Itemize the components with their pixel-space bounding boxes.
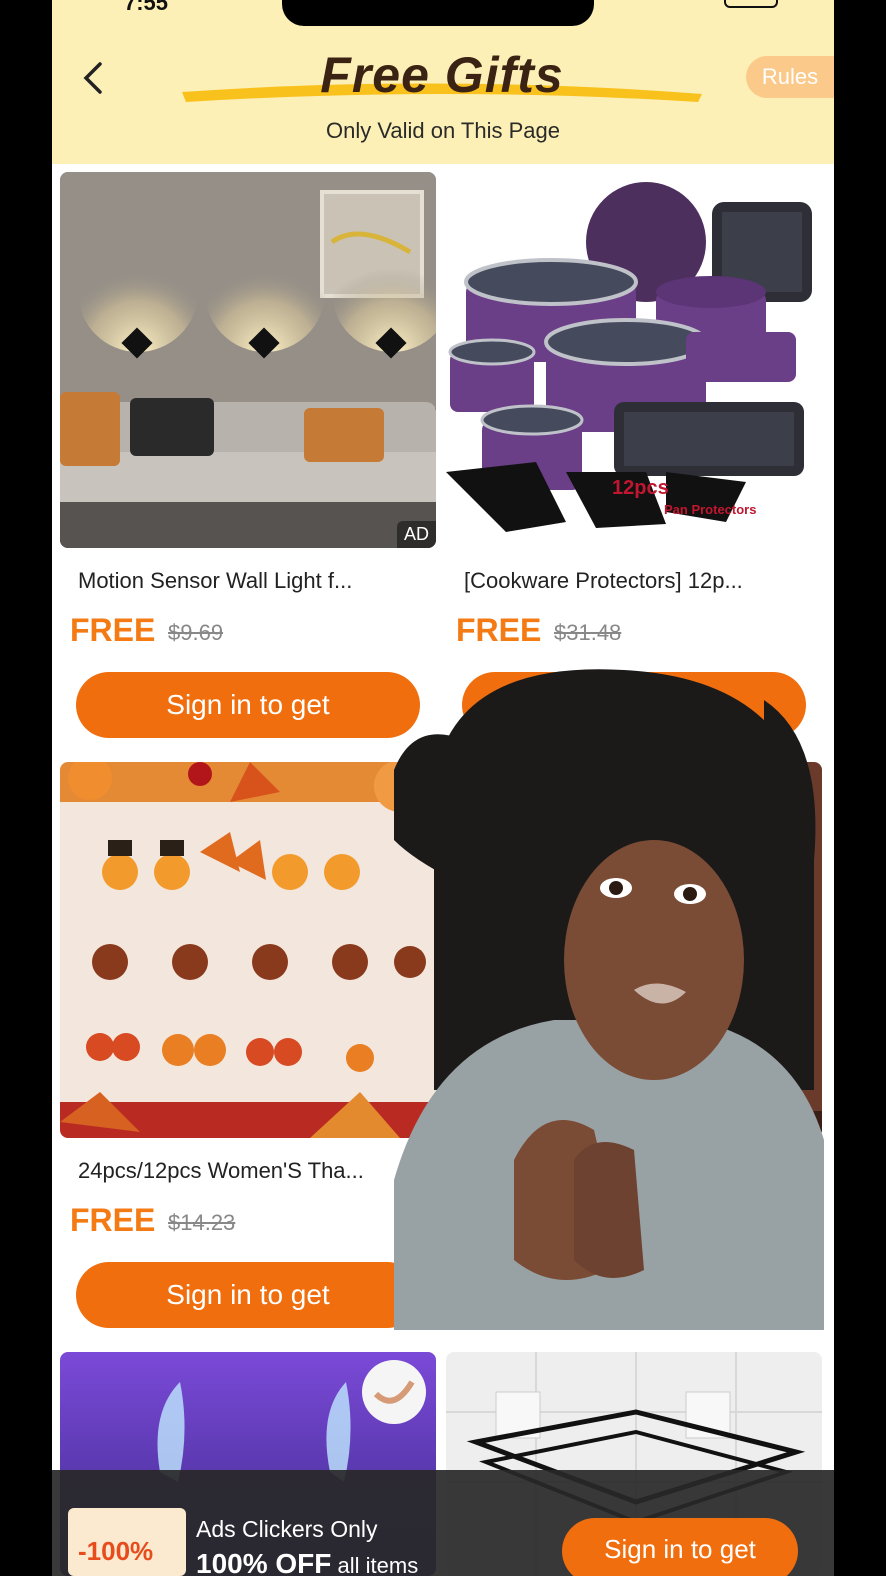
promo-banner[interactable]: -100% Ads Clickers Only 100% OFF all ite… — [52, 1470, 834, 1576]
product-image-cookware[interactable]: 12pcs Pan Protectors — [446, 172, 822, 548]
product-card[interactable]: 24pcs/12pcs Women'S Tha... FREE $14.23 S… — [60, 762, 438, 1332]
product-price: FREE — [456, 612, 542, 648]
original-price: $31.48 — [554, 620, 622, 645]
image-caption-pcs: 12pcs — [612, 477, 669, 499]
product-name[interactable]: 24pcs/12pcs Women'S Tha... — [78, 1158, 428, 1184]
back-chevron-icon[interactable] — [76, 58, 110, 98]
earrings-photo — [60, 762, 436, 1138]
cookware-photo: 12pcs Pan Protectors — [446, 172, 822, 548]
product-image-earrings[interactable] — [60, 762, 436, 1138]
sign-in-to-get-button[interactable]: Sign in to get — [76, 672, 420, 738]
banner-headline: Ads Clickers Only — [196, 1516, 378, 1542]
banner-sign-in-button[interactable]: Sign in to get — [562, 1518, 798, 1576]
original-price: $14.23 — [168, 1210, 236, 1235]
title-block: Free Gifts — [182, 46, 702, 116]
wall-light-photo — [60, 172, 436, 548]
presenter-overlay — [394, 660, 824, 1330]
original-price: $9.69 — [168, 620, 224, 645]
banner-subline: 100% OFF all items — [196, 1548, 419, 1576]
status-time: 7:55 — [124, 0, 169, 15]
presenter-video-image — [394, 669, 824, 1330]
product-card[interactable]: AD Motion Sensor Wall Light f... FREE $9… — [60, 172, 438, 742]
discount-percent: -100% — [78, 1536, 154, 1566]
battery-icon — [724, 0, 778, 8]
dynamic-island — [282, 0, 594, 26]
product-image-wall-light[interactable]: AD — [60, 172, 436, 548]
image-caption-protectors: Pan Protectors — [664, 502, 756, 517]
ad-badge: AD — [396, 521, 436, 548]
page-title: Free Gifts — [320, 47, 564, 103]
rules-button[interactable]: Rules — [746, 56, 834, 98]
product-name[interactable]: [Cookware Protectors] 12p... — [464, 568, 814, 594]
product-price: FREE — [70, 612, 156, 648]
sign-in-to-get-button[interactable]: Sign in to get — [76, 1262, 420, 1328]
page-header: 7:55 Free Gifts Only Valid on This Page … — [52, 0, 834, 164]
product-card[interactable]: 12pcs Pan Protectors [Cookware Protector… — [446, 172, 824, 742]
product-name[interactable]: Motion Sensor Wall Light f... — [78, 568, 428, 594]
app-screen: 7:55 Free Gifts Only Valid on This Page … — [52, 0, 834, 1576]
product-price: FREE — [70, 1202, 156, 1238]
page-subtitle: Only Valid on This Page — [326, 118, 560, 143]
